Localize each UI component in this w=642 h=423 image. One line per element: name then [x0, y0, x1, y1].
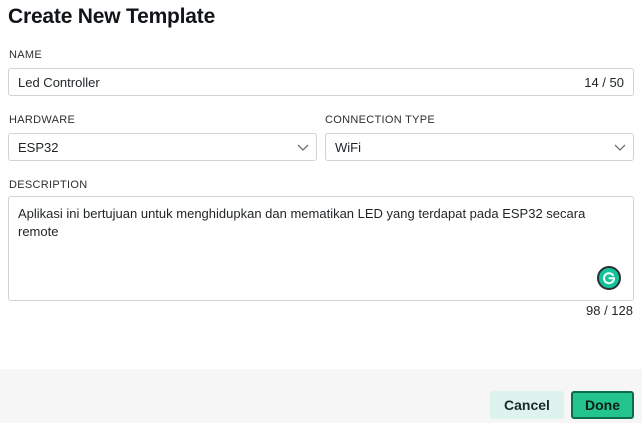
description-char-counter: 98 / 128: [586, 303, 633, 318]
name-input[interactable]: Led Controller 14 / 50: [8, 68, 634, 96]
connection-type-select[interactable]: WiFi: [325, 133, 634, 161]
description-label: DESCRIPTION: [9, 179, 88, 191]
description-value: Aplikasi ini bertujuan untuk menghidupka…: [18, 206, 586, 239]
grammarly-g-glyph: [603, 272, 616, 285]
chevron-down-icon: [297, 144, 309, 151]
connection-type-label: CONNECTION TYPE: [325, 114, 436, 126]
name-value: Led Controller: [18, 75, 100, 90]
chevron-down-icon: [614, 144, 626, 151]
cancel-button[interactable]: Cancel: [490, 391, 564, 419]
done-button[interactable]: Done: [571, 391, 634, 419]
dialog-footer: Cancel Done: [0, 369, 642, 423]
create-template-dialog: Create New Template NAME Led Controller …: [0, 0, 642, 423]
grammarly-icon[interactable]: [597, 266, 621, 290]
hardware-label: HARDWARE: [9, 114, 76, 126]
name-char-counter: 14 / 50: [584, 75, 624, 90]
hardware-select[interactable]: ESP32: [8, 133, 317, 161]
name-label: NAME: [9, 49, 42, 61]
dialog-title: Create New Template: [8, 5, 216, 28]
description-textarea[interactable]: Aplikasi ini bertujuan untuk menghidupka…: [8, 196, 634, 301]
hardware-value: ESP32: [18, 140, 59, 155]
connection-type-value: WiFi: [335, 140, 361, 155]
